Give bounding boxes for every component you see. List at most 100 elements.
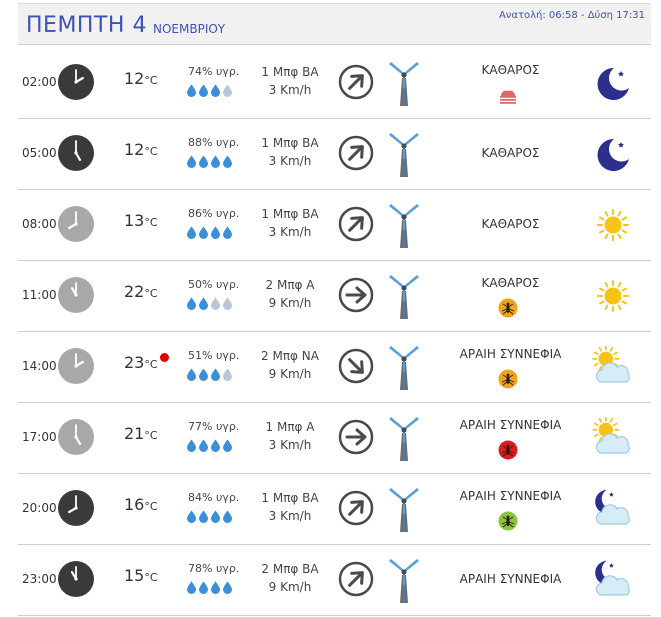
- wind-direction-arrow-icon: [338, 490, 374, 526]
- wind-force: 2 Μπφ ΒΑ: [261, 562, 319, 576]
- humidity: 50% υγρ.: [188, 278, 240, 291]
- wind-turbine-icon: [386, 484, 422, 536]
- wind-speed: 9 Km/h: [268, 367, 312, 381]
- clock-icon: [58, 64, 94, 100]
- moon-icon: [592, 133, 634, 175]
- wind-speed: 3 Km/h: [268, 225, 312, 239]
- temperature-unit: °C: [144, 429, 158, 442]
- humidity: 78% υγρ.: [188, 562, 240, 575]
- wind-speed: 3 Km/h: [268, 438, 312, 452]
- forecast-row: 05:00 12°C 88% υγρ. 1 Μπφ ΒΑ 3 Km/h ΚΑΘΑΡΟΣ: [18, 118, 651, 190]
- moon-icon: [592, 62, 634, 104]
- wind-direction-arrow-icon: [338, 135, 374, 171]
- wind-force: 1 Μπφ ΒΑ: [261, 136, 319, 150]
- forecast-time: 02:00: [22, 75, 57, 89]
- forecast-row: 08:00 13°C 86% υγρ. 1 Μπφ ΒΑ 3 Km/h ΚΑΘΑΡΟΣ: [18, 189, 651, 261]
- wind-direction-arrow-icon: [338, 561, 374, 597]
- sun-icon: [592, 275, 634, 317]
- sunrise-sunset: Ανατολή: 06:58 - Δύση 17:31: [498, 10, 645, 21]
- condition-label: ΑΡΑΙΗ ΣΥΝΝΕΦΙΑ: [459, 347, 562, 361]
- humidity-drops-icon: [186, 155, 234, 174]
- clock-icon: [58, 206, 94, 242]
- temperature-unit: °C: [144, 500, 158, 513]
- clock-icon: [58, 277, 94, 313]
- forecast-time: 20:00: [22, 501, 57, 515]
- wind-turbine-icon: [386, 129, 422, 181]
- humidity-drops-icon: [186, 84, 234, 103]
- wind-force: 1 Μπφ ΒΑ: [261, 491, 319, 505]
- condition-label: ΑΡΑΙΗ ΣΥΝΝΕΦΙΑ: [459, 572, 562, 586]
- temperature-unit: °C: [144, 74, 158, 87]
- condition-label: ΚΑΘΑΡΟΣ: [481, 63, 540, 77]
- temperature-value: 16: [124, 495, 145, 514]
- wind-speed: 9 Km/h: [268, 296, 312, 310]
- temperature: 21°C: [124, 424, 158, 443]
- clock-icon: [58, 419, 94, 455]
- temperature: 16°C: [124, 495, 158, 514]
- temperature: 13°C: [124, 211, 158, 230]
- temperature-unit: °C: [144, 216, 158, 229]
- wind-turbine-icon: [386, 413, 422, 465]
- forecast-time: 05:00: [22, 146, 57, 160]
- moon-cloud-icon: [592, 559, 634, 601]
- mosquito-red-icon: [497, 440, 519, 460]
- temperature-value: 12: [124, 140, 145, 159]
- condition-label: ΑΡΑΙΗ ΣΥΝΝΕΦΙΑ: [459, 489, 562, 503]
- forecast-time: 14:00: [22, 359, 57, 373]
- sun-cloud-icon: [592, 345, 634, 388]
- humidity: 88% υγρ.: [188, 136, 240, 149]
- forecast-row: 11:00 22°C 50% υγρ. 2 Μπφ Α 9 Km/h ΚΑΘΑΡΟΣ: [18, 260, 651, 332]
- temperature: 12°C: [124, 69, 158, 88]
- clock-icon: [58, 348, 94, 384]
- forecast-time: 17:00: [22, 430, 57, 444]
- month-label: ΝΟΕΜΒΡΙΟΥ: [153, 22, 226, 36]
- wind-speed: 3 Km/h: [268, 509, 312, 523]
- mosquito-orange-icon: [497, 298, 519, 318]
- humidity-drops-icon: [186, 510, 234, 529]
- temperature-unit: °C: [144, 287, 158, 300]
- condition-label: ΑΡΑΙΗ ΣΥΝΝΕΦΙΑ: [459, 418, 562, 432]
- mosquito-orange-icon: [497, 369, 519, 389]
- temperature-value: 13: [124, 211, 145, 230]
- forecast-time: 11:00: [22, 288, 57, 302]
- forecast-time: 23:00: [22, 572, 57, 586]
- wind-force: 1 Μπφ ΒΑ: [261, 65, 319, 79]
- wind-direction-arrow-icon: [338, 64, 374, 100]
- temperature: 12°C: [124, 140, 158, 159]
- temperature-unit: °C: [144, 145, 158, 158]
- humidity-drops-icon: [186, 581, 234, 600]
- wind-force: 2 Μπφ Α: [265, 278, 315, 292]
- wind-turbine-icon: [386, 58, 422, 110]
- forecast-row: 02:00 12°C 74% υγρ. 1 Μπφ ΒΑ 3 Km/h ΚΑΘΑΡΟΣ: [18, 47, 651, 119]
- temperature: 23°C: [124, 353, 158, 372]
- wind-speed: 3 Km/h: [268, 154, 312, 168]
- clock-icon: [58, 490, 94, 526]
- humidity: 51% υγρ.: [188, 349, 240, 362]
- humidity-drops-icon: [186, 226, 234, 245]
- wind-direction-arrow-icon: [338, 206, 374, 242]
- wind-force: 1 Μπφ ΒΑ: [261, 207, 319, 221]
- sun-icon: [592, 204, 634, 246]
- temperature-value: 15: [124, 566, 145, 585]
- wind-direction-arrow-icon: [338, 277, 374, 313]
- temperature-value: 22: [124, 282, 145, 301]
- wind-turbine-icon: [386, 342, 422, 394]
- temperature-value: 23: [124, 353, 145, 372]
- high-temp-indicator-icon: [160, 353, 169, 362]
- wind-speed: 3 Km/h: [268, 83, 312, 97]
- temperature-unit: °C: [144, 571, 158, 584]
- temperature-unit: °C: [144, 358, 158, 371]
- temperature: 15°C: [124, 566, 158, 585]
- humidity: 86% υγρ.: [188, 207, 240, 220]
- wind-force: 1 Μπφ Α: [265, 420, 315, 434]
- humidity: 84% υγρ.: [188, 491, 240, 504]
- day-title: ΠΕΜΠΤΗ 4: [26, 13, 147, 38]
- wind-direction-arrow-icon: [338, 348, 374, 384]
- wind-turbine-icon: [386, 200, 422, 252]
- haze-icon: [497, 85, 519, 105]
- temperature: 22°C: [124, 282, 158, 301]
- clock-icon: [58, 561, 94, 597]
- humidity: 77% υγρ.: [188, 420, 240, 433]
- moon-cloud-icon: [592, 488, 634, 530]
- humidity: 74% υγρ.: [188, 65, 240, 78]
